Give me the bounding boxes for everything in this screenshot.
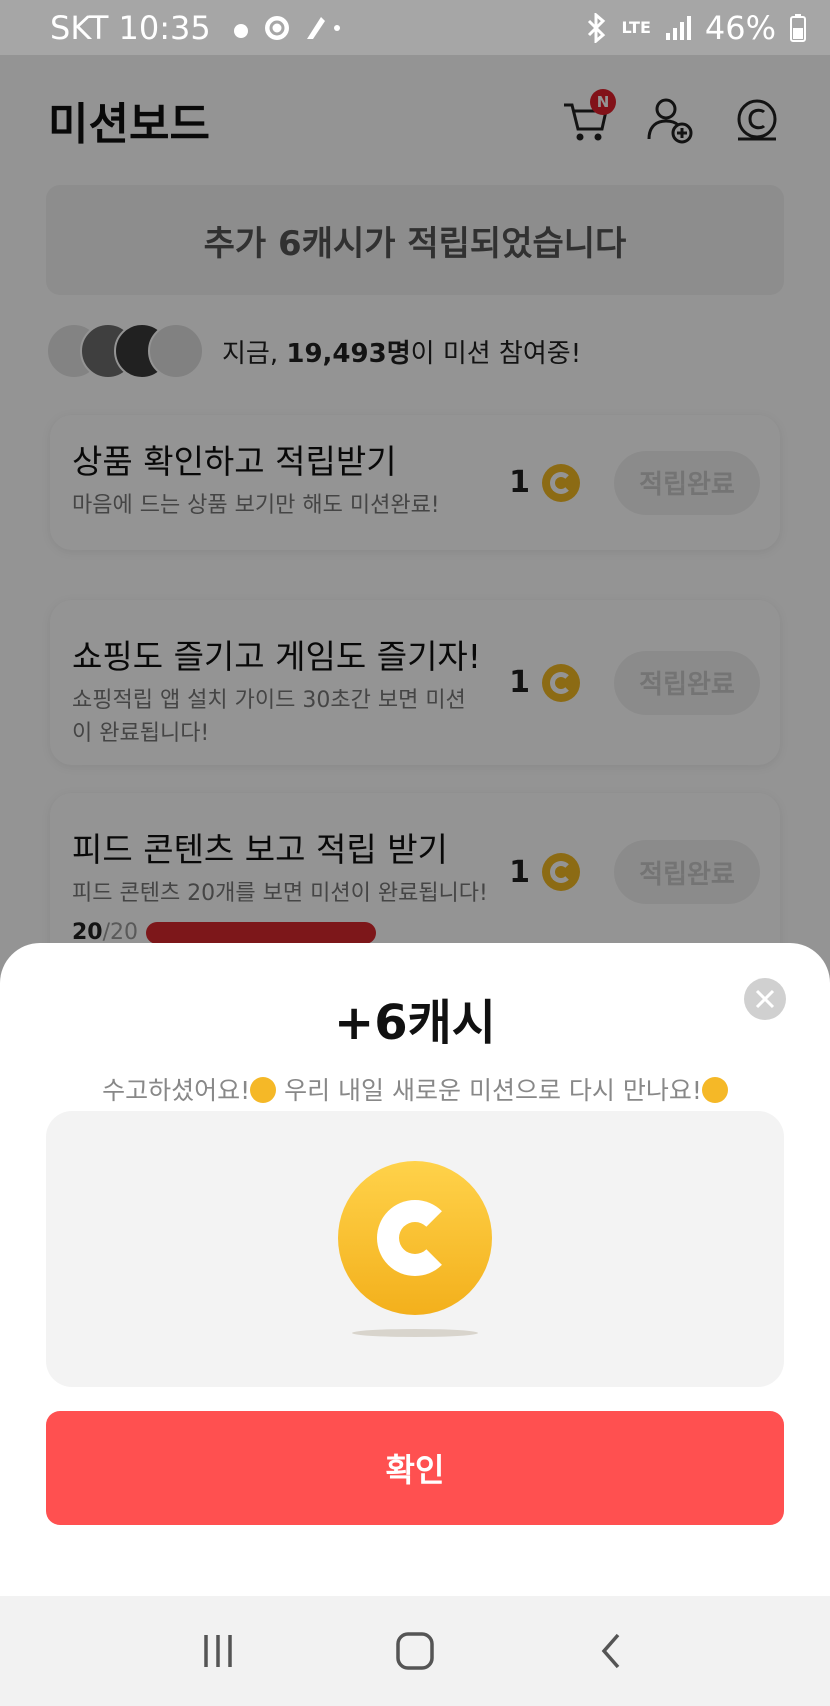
- bluetooth-icon: [585, 12, 607, 43]
- star-eyes-emoji-icon: [701, 1077, 728, 1103]
- system-nav-bar: [0, 1596, 830, 1706]
- battery-percent: 46%: [704, 8, 776, 47]
- home-button[interactable]: [385, 1621, 445, 1681]
- close-button[interactable]: [744, 978, 786, 1020]
- recent-apps-button[interactable]: [188, 1621, 248, 1681]
- network-label: LTE: [621, 18, 651, 37]
- carrier-time: SKT 10:35: [50, 8, 211, 47]
- reward-modal: +6캐시 수고하셨어요! 우리 내일 새로운 미션으로 다시 만나요! 확인: [0, 943, 830, 1596]
- back-icon: [601, 1633, 619, 1669]
- modal-title: +6캐시: [334, 995, 496, 1051]
- coin-shadow: [352, 1329, 478, 1337]
- modal-message: 수고하셨어요! 우리 내일 새로운 미션으로 다시 만나요!: [0, 1071, 830, 1107]
- signal-icon: [665, 15, 691, 41]
- recent-apps-icon: [204, 1635, 233, 1667]
- back-button[interactable]: [582, 1621, 642, 1681]
- thumbs-up-icon: [250, 1077, 277, 1103]
- coin-illustration: [46, 1111, 784, 1387]
- coin-icon: [338, 1161, 492, 1315]
- close-icon: [755, 989, 775, 1009]
- battery-icon: [790, 13, 806, 42]
- confirm-button[interactable]: 확인: [46, 1411, 784, 1525]
- home-icon: [396, 1632, 434, 1670]
- notification-icons: [231, 13, 341, 43]
- status-bar: SKT 10:35 LTE 46%: [0, 0, 830, 55]
